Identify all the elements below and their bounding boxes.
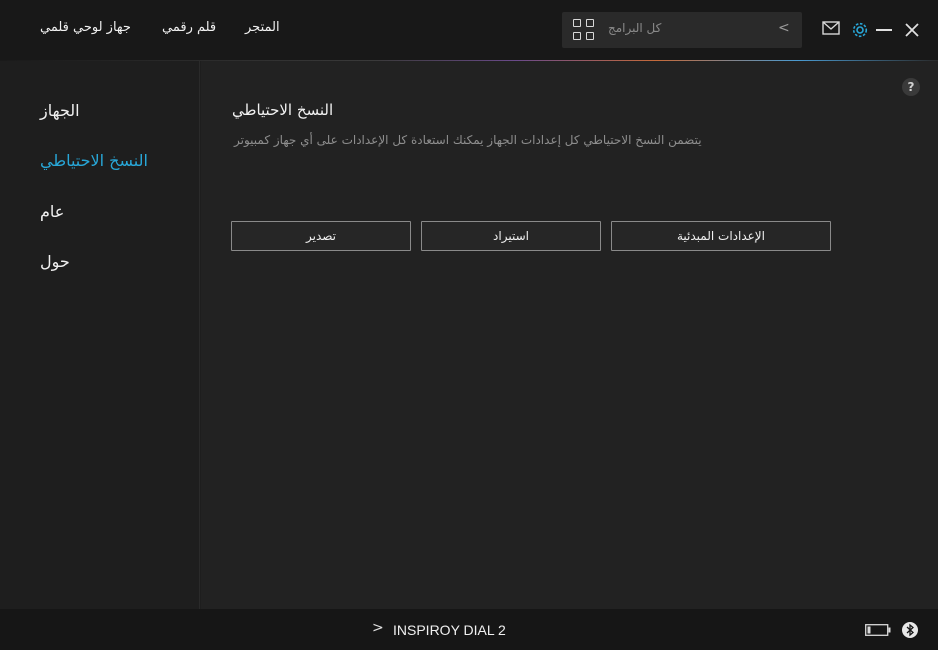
chevron-right-icon[interactable]: > xyxy=(372,620,384,636)
sidebar-item-backup[interactable]: النسخ الاحتياطي xyxy=(40,151,148,170)
restore-defaults-button[interactable]: الإعدادات المبدئية xyxy=(611,221,831,251)
sidebar-item-about[interactable]: حول xyxy=(40,252,70,271)
all-apps-selector[interactable] xyxy=(562,12,802,48)
import-button[interactable]: استيراد xyxy=(421,221,601,251)
battery-icon xyxy=(865,624,891,636)
device-name[interactable]: INSPIROY DIAL 2 xyxy=(393,622,506,638)
minimize-icon[interactable] xyxy=(876,29,892,31)
mail-icon[interactable] xyxy=(822,21,840,35)
sidebar-item-general[interactable]: عام xyxy=(40,202,64,221)
tab-digital-pen[interactable]: قلم رقمي xyxy=(162,20,216,35)
tab-pen-tablet[interactable]: جهاز لوحي قلمي xyxy=(40,20,131,35)
tab-store[interactable]: المتجر xyxy=(245,20,280,35)
help-icon[interactable]: ? xyxy=(902,78,920,96)
sidebar-item-device[interactable]: الجهاز xyxy=(40,101,80,120)
apps-grid-icon[interactable] xyxy=(573,19,595,41)
section-description: يتضمن النسخ الاحتياطي كل إعدادات الجهاز … xyxy=(234,133,702,147)
all-apps-label: كل البرامج xyxy=(608,21,662,35)
close-icon[interactable] xyxy=(905,23,919,37)
gear-icon[interactable] xyxy=(851,21,869,39)
chevron-left-icon[interactable]: < xyxy=(778,20,790,36)
page-title: النسخ الاحتياطي xyxy=(232,101,334,119)
settings-sidebar xyxy=(0,61,200,609)
bluetooth-icon xyxy=(902,622,918,638)
export-button[interactable]: تصدير xyxy=(231,221,411,251)
